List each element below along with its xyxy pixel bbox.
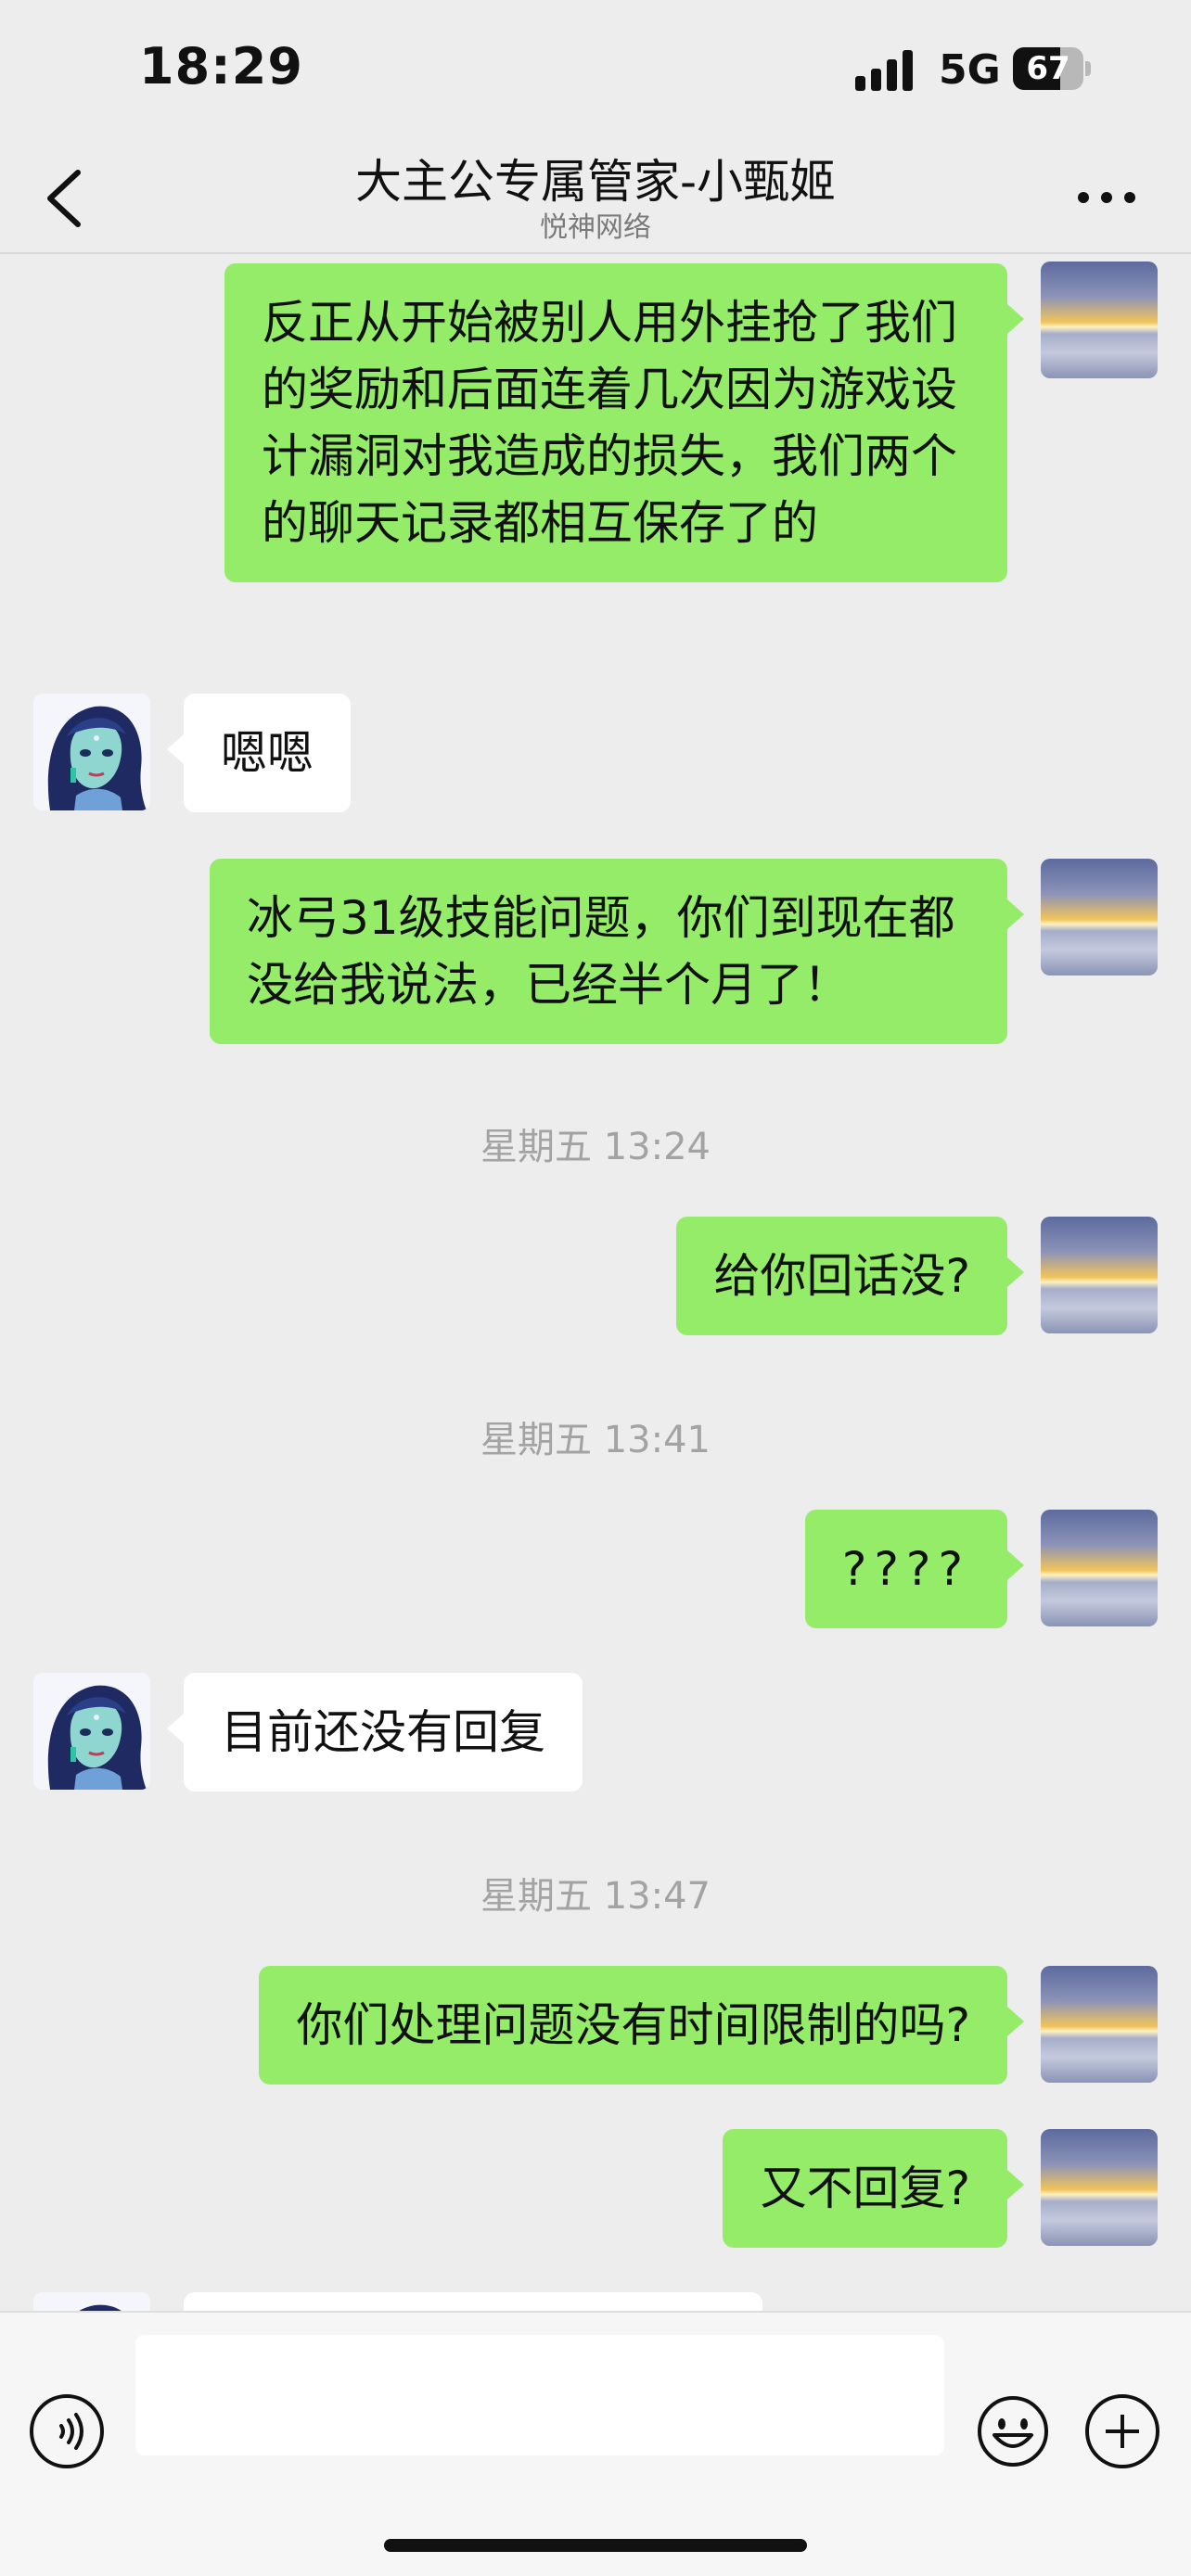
- plus-button[interactable]: [1085, 2394, 1159, 2468]
- signal-icon: [855, 48, 920, 91]
- battery-icon: 67: [1013, 47, 1091, 90]
- sent-message-bubble[interactable]: 又不回复?: [723, 2129, 1024, 2248]
- sent-message-bubble[interactable]: 反正从开始被别人用外挂抢了我们的奖励和后面连着几次因为游戏设计漏洞对我造成的损失…: [224, 263, 1024, 582]
- self-avatar[interactable]: [1041, 2129, 1158, 2246]
- message-timestamp: 星期五 13:24: [480, 1126, 711, 1168]
- status-bar: 18:29 5G 67: [0, 0, 1191, 139]
- message-timestamp: 星期五 13:41: [480, 1419, 711, 1461]
- self-avatar[interactable]: [1041, 1510, 1158, 1626]
- self-avatar[interactable]: [1041, 261, 1158, 378]
- emoji-button[interactable]: [976, 2394, 1050, 2468]
- sent-message-bubble[interactable]: 你们处理问题没有时间限制的吗?: [259, 1966, 1024, 2085]
- sent-message-bubble[interactable]: 给你回话没?: [676, 1217, 1024, 1335]
- self-avatar[interactable]: [1041, 859, 1158, 976]
- more-button[interactable]: [1074, 178, 1139, 215]
- agent-avatar[interactable]: [33, 1673, 150, 1790]
- message-input-bar: [0, 2311, 1191, 2576]
- battery-percent: 67: [1026, 50, 1070, 87]
- network-label: 5G: [939, 46, 1001, 94]
- chat-header: 大主公专属管家-小甄姬 悦神网络: [0, 139, 1191, 254]
- chat-title: 大主公专属管家-小甄姬: [354, 155, 837, 209]
- received-message-bubble[interactable]: 嗯嗯: [167, 694, 351, 812]
- voice-button[interactable]: [30, 2394, 104, 2468]
- agent-avatar[interactable]: [33, 694, 150, 810]
- received-message-bubble[interactable]: [184, 2292, 762, 2311]
- message-input[interactable]: [135, 2335, 944, 2455]
- received-message-bubble[interactable]: 目前还没有回复: [167, 1673, 583, 1792]
- home-indicator[interactable]: [384, 2539, 807, 2552]
- chat-message-list[interactable]: 反正从开始被别人用外挂抢了我们的奖励和后面连着几次因为游戏设计漏洞对我造成的损失…: [0, 256, 1191, 2311]
- sent-message-bubble[interactable]: ????: [804, 1510, 1025, 1628]
- agent-avatar[interactable]: [33, 2292, 150, 2311]
- emoji-icon: [978, 2396, 1048, 2467]
- self-avatar[interactable]: [1041, 1966, 1158, 2083]
- self-avatar[interactable]: [1041, 1217, 1158, 1333]
- chat-subtitle: 悦神网络: [540, 211, 651, 244]
- sent-message-bubble[interactable]: 冰弓31级技能问题，你们到现在都没给我说法，已经半个月了！: [210, 859, 1024, 1044]
- voice-icon: [59, 2413, 83, 2450]
- message-timestamp: 星期五 13:47: [480, 1875, 711, 1918]
- status-time: 18:29: [139, 37, 303, 96]
